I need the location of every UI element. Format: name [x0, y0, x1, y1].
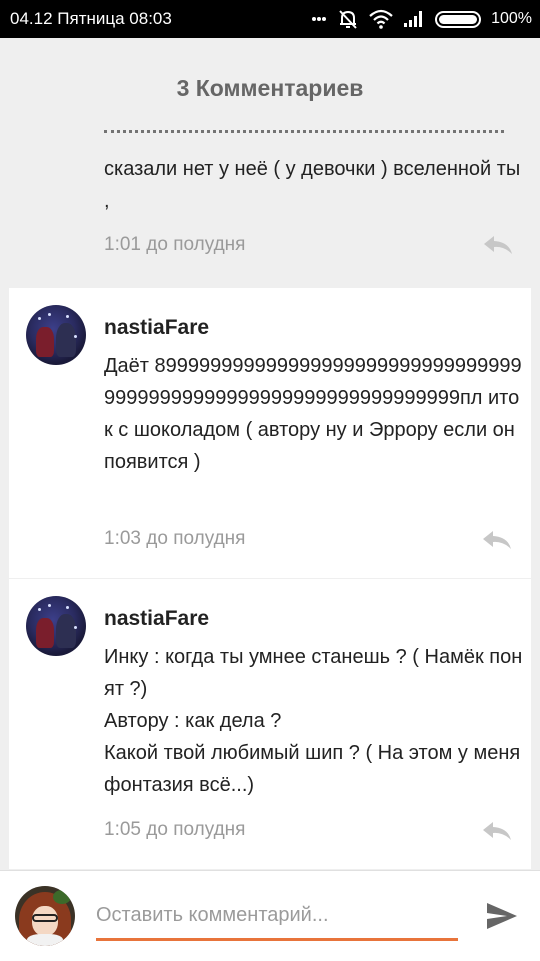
- wifi-icon: [369, 9, 393, 29]
- more-dots-icon: [312, 17, 327, 21]
- status-date-time: 04.12 Пятница 08:03: [10, 9, 172, 29]
- clipped-text-line: [104, 130, 504, 137]
- reply-icon[interactable]: [481, 820, 513, 842]
- status-date: 04.12 Пятница: [10, 9, 125, 28]
- comment-line: Инку : когда ты умнее станешь ? ( Намёк …: [104, 646, 523, 700]
- status-icons: 100%: [311, 8, 532, 30]
- battery-icon: [435, 10, 482, 28]
- user-avatar[interactable]: [15, 886, 75, 946]
- avatar[interactable]: [26, 596, 86, 656]
- comment-line: Автору : как дела ?: [104, 710, 282, 732]
- battery-percent: 100%: [491, 10, 532, 27]
- comment-input[interactable]: [96, 893, 458, 941]
- send-icon[interactable]: [485, 901, 519, 931]
- comment-composer: [0, 870, 540, 961]
- reply-icon[interactable]: [482, 234, 514, 256]
- comment-author[interactable]: nastiaFare: [104, 607, 209, 631]
- comment-time: 1:01 до полудня: [104, 234, 246, 255]
- comment-text: Инку : когда ты умнее станешь ? ( Намёк …: [104, 641, 524, 801]
- comment-text: Даёт 89999999999999999999999999999999999…: [104, 355, 522, 473]
- comment-item: nastiaFare Даёт 899999999999999999999999…: [9, 288, 531, 578]
- avatar[interactable]: [26, 305, 86, 365]
- bell-off-icon: [339, 10, 357, 29]
- comment-item: nastiaFare Инку : когда ты умнее станешь…: [9, 579, 531, 869]
- comment-item: сказали нет у неё ( у девочки ) вселенно…: [0, 128, 540, 278]
- signal-icon: [404, 11, 423, 27]
- page-title: 3 Комментариев: [176, 75, 364, 101]
- status-time: 08:03: [129, 9, 172, 28]
- status-bar: 04.12 Пятница 08:03 100%: [0, 0, 540, 38]
- reply-icon[interactable]: [481, 529, 513, 551]
- comment-text: сказали нет у неё ( у девочки ) вселенно…: [104, 158, 521, 212]
- comment-time: 1:05 до полудня: [104, 819, 246, 840]
- comment-time: 1:03 до полудня: [104, 528, 246, 549]
- comment-line: Какой твой любимый шип ? ( На этом у мен…: [104, 742, 521, 796]
- comment-author[interactable]: nastiaFare: [104, 316, 209, 340]
